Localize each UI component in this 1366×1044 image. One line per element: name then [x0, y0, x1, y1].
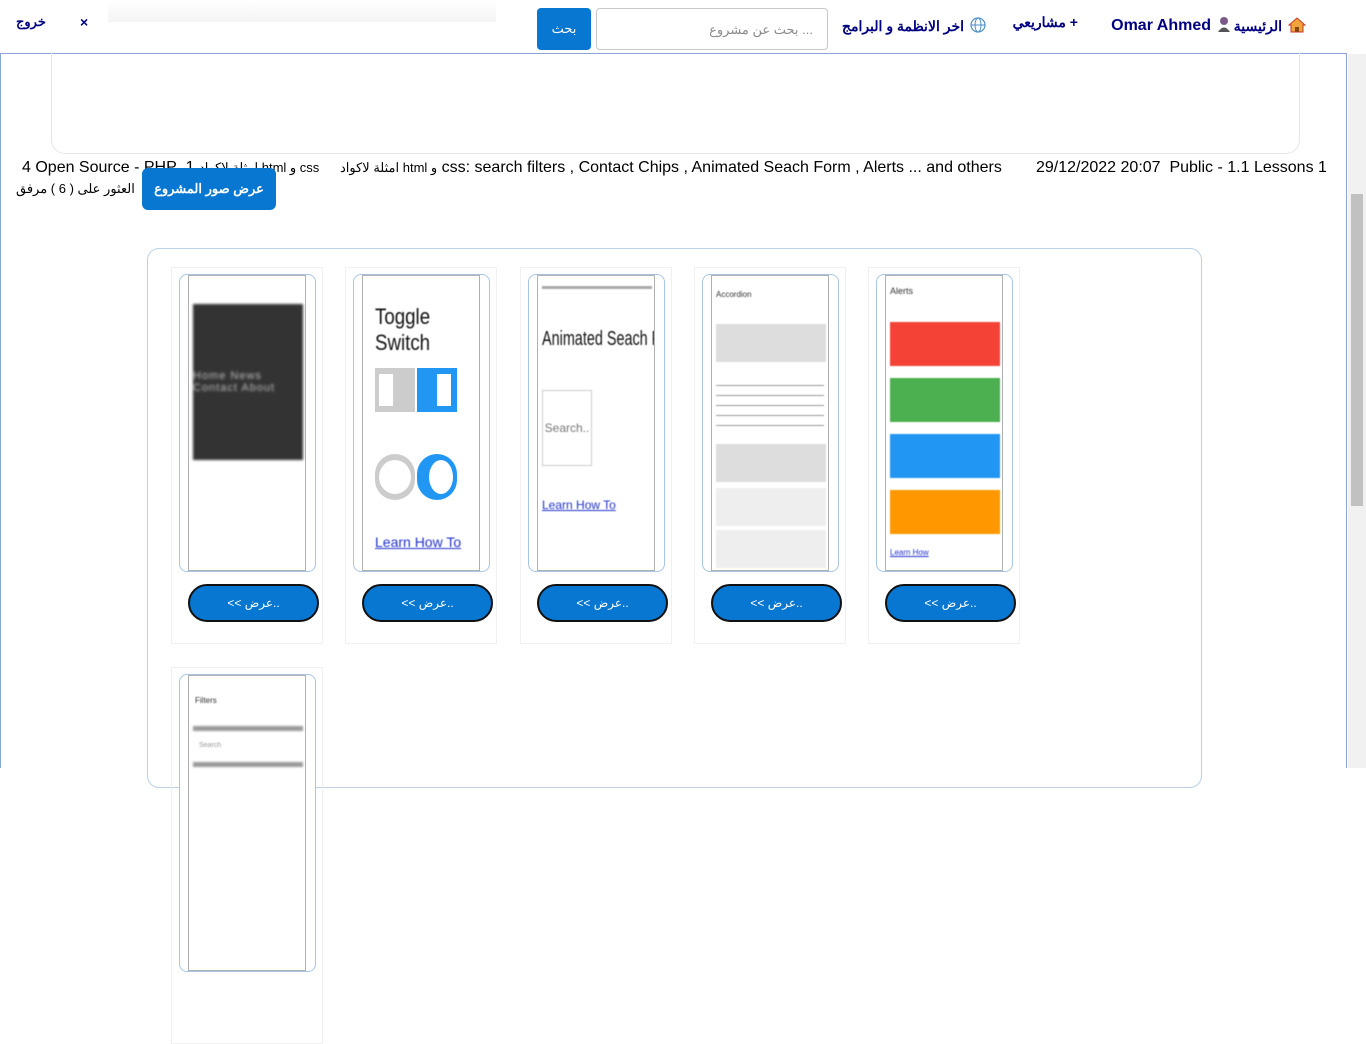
accordion-text — [716, 380, 824, 430]
vertical-scrollbar[interactable] — [1348, 54, 1366, 768]
gallery-tile: Home News Contact About << عرض.. — [171, 267, 323, 644]
accordion-row — [716, 444, 826, 482]
thumbnail[interactable]: Alerts Learn How — [876, 274, 1013, 572]
thumb-link: Learn How To — [375, 534, 462, 550]
gallery-tile: Toggle Switch Learn How To << عرض.. — [345, 267, 497, 644]
project-visibility: Public - — [1169, 159, 1223, 176]
project-version: 1.1 — [1227, 159, 1250, 176]
accordion-row — [716, 324, 826, 362]
alert-warning — [890, 490, 1000, 534]
view-button[interactable]: << عرض.. — [362, 584, 493, 622]
project-meta: 29/12/2022 20:07 Public - 1.1 Lessons 1 — [1036, 159, 1327, 177]
alert-success — [890, 378, 1000, 422]
nav-user-profile[interactable]: Omar Ahmed — [1111, 14, 1231, 38]
thumbnail-image: Filters Search — [188, 675, 306, 971]
project-lessons: Lessons 1 — [1253, 159, 1327, 176]
view-button[interactable]: << عرض.. — [711, 584, 842, 622]
nav-my-projects[interactable]: مشاريعي + — [1013, 10, 1078, 34]
gallery-tile: Animated Seach Form Search.. Learn How T… — [520, 267, 672, 644]
thumb-title: Alerts — [890, 286, 914, 296]
alert-info — [890, 434, 1000, 478]
nav-latest-label: اخر الانظمة و البرامج — [841, 17, 964, 34]
project-description-prefix: امثلة لاكواد html و — [340, 160, 438, 175]
thumb-title: Accordion — [716, 290, 752, 299]
search-input[interactable] — [596, 8, 828, 50]
thumbnail-image: Home News Contact About — [188, 275, 306, 571]
toggle-square-on — [417, 368, 457, 412]
nav-home-link[interactable]: الرئيسية — [1233, 14, 1307, 38]
view-button[interactable]: << عرض.. — [537, 584, 668, 622]
nav-home-label: الرئيسية — [1233, 17, 1282, 34]
toggle-round-on — [417, 454, 457, 500]
thumb-search-box: Search.. — [542, 390, 592, 466]
project-date: 29/12/2022 20:07 — [1036, 159, 1161, 176]
house-icon — [1287, 16, 1307, 36]
previous-card — [51, 53, 1300, 154]
project-description: امثلة لاكواد html و css: search filters … — [340, 159, 1002, 177]
project-description-text: css: search filters , Contact Chips , An… — [441, 159, 1002, 176]
thumbnail-image: Accordion — [711, 275, 829, 571]
view-button[interactable]: << عرض.. — [188, 584, 319, 622]
gallery-tile: Alerts Learn How << عرض.. — [868, 267, 1020, 644]
thumb-link: Learn How To — [542, 498, 616, 512]
scrollbar-thumb[interactable] — [1351, 194, 1363, 506]
search-button[interactable]: بحث — [537, 8, 591, 50]
thumbnail[interactable]: Toggle Switch Learn How To — [353, 274, 490, 572]
user-icon — [1217, 16, 1231, 37]
toggle-square-off — [375, 368, 415, 412]
attachments-count: العثور على ( 6 ) مرفق — [16, 181, 135, 196]
top-navbar: الرئيسية Omar Ahmed مشاريعي + اخر الانظم… — [0, 0, 1366, 54]
nav-latest-systems[interactable]: اخر الانظمة و البرامج — [842, 14, 986, 38]
thumb-search-box: Search — [199, 742, 222, 749]
thumb-title: Filters — [195, 696, 217, 705]
image-gallery: Alerts Learn How << عرض.. Accordion << ع… — [147, 248, 1202, 1044]
alert-danger — [890, 322, 1000, 366]
thumbnail[interactable]: Accordion — [702, 274, 839, 572]
thumbnail[interactable]: Animated Seach Form Search.. Learn How T… — [528, 274, 665, 572]
thumbnail-image: Alerts Learn How — [885, 275, 1003, 571]
thumb-link: Learn How — [890, 548, 929, 557]
gallery-tile: Filters Search — [171, 667, 323, 1044]
header-shadow — [108, 0, 496, 22]
accordion-row — [716, 530, 826, 568]
thumbnail-image: Animated Seach Form Search.. Learn How T… — [537, 275, 655, 571]
view-button[interactable]: << عرض.. — [885, 584, 1016, 622]
thumb-line — [193, 762, 303, 767]
accordion-row — [716, 488, 826, 526]
thumbnail-image: Toggle Switch Learn How To — [362, 275, 480, 571]
globe-icon — [970, 16, 986, 36]
nav-projects-label: مشاريعي + — [1012, 13, 1078, 30]
nav-user-name: Omar Ahmed — [1111, 17, 1211, 34]
thumb-title: Animated Seach Form — [542, 328, 654, 350]
project-gallery-button[interactable]: عرض صور المشروع — [142, 168, 276, 210]
logout-link[interactable]: خروج — [16, 10, 46, 34]
thumbnail[interactable]: Home News Contact About — [179, 274, 316, 572]
thumb-title: Toggle Switch — [375, 304, 431, 355]
close-icon[interactable]: × — [80, 10, 88, 34]
thumb-divider — [542, 286, 652, 289]
thumb-line — [193, 726, 303, 731]
thumb-title: Home News Contact About — [193, 304, 303, 460]
toggle-round-off — [375, 454, 415, 500]
gallery-tile: Accordion << عرض.. — [694, 267, 846, 644]
thumbnail[interactable]: Filters Search — [179, 674, 316, 972]
